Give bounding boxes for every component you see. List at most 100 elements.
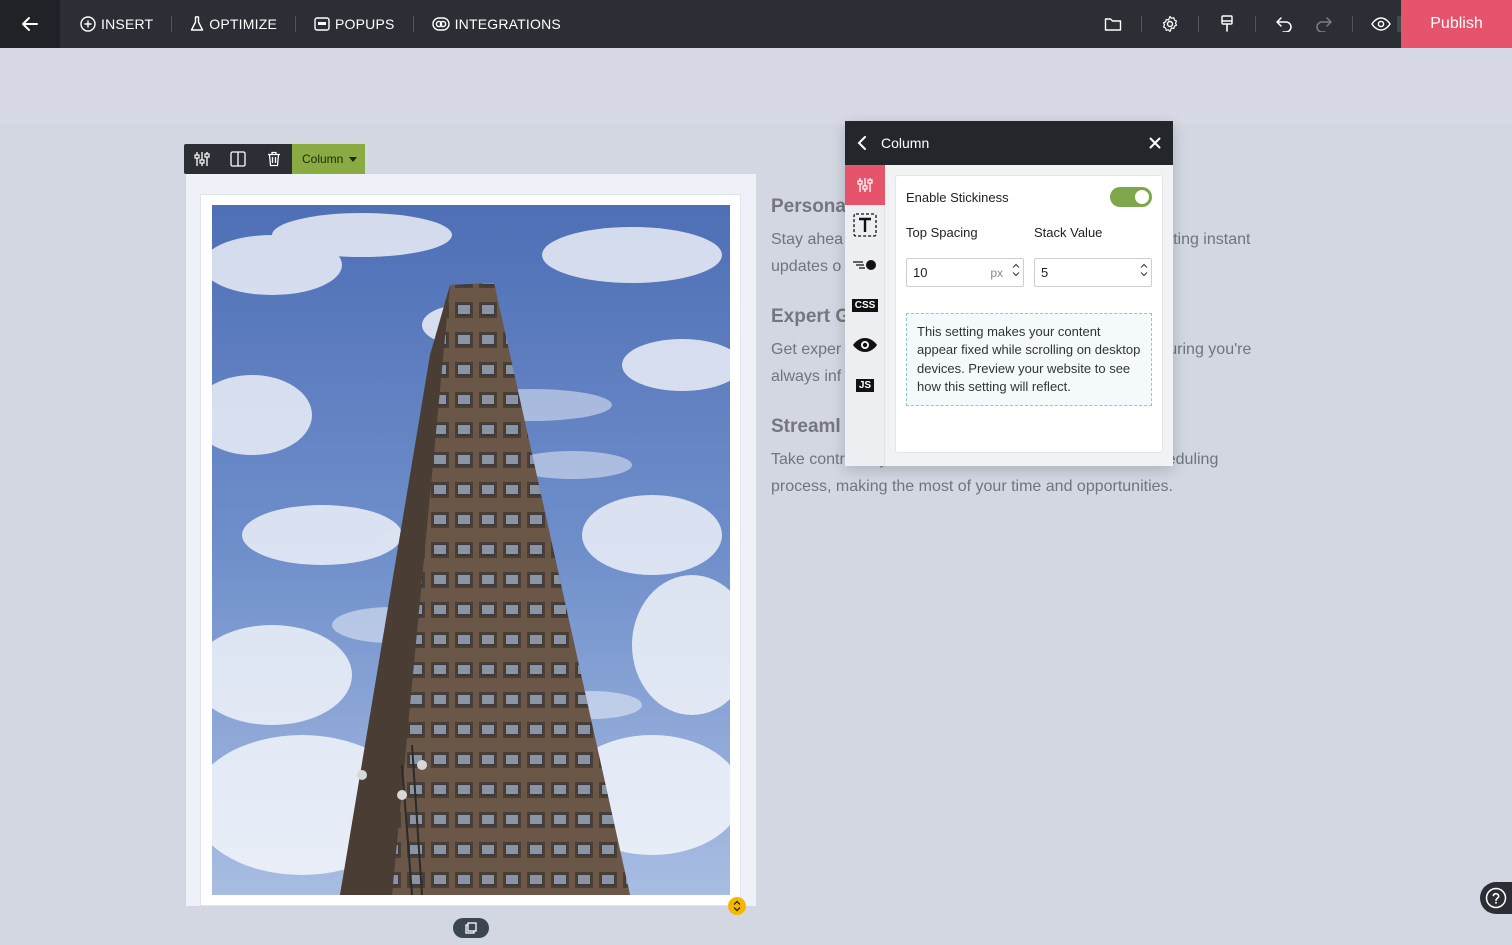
- enable-stickiness-row: Enable Stickiness: [906, 186, 1152, 208]
- stickiness-info-box: This setting makes your content appear f…: [906, 313, 1152, 407]
- canvas-header-area: [0, 48, 1512, 124]
- stack-value-stepper[interactable]: [1140, 262, 1148, 278]
- enable-stickiness-toggle[interactable]: [1110, 187, 1152, 207]
- building-photo[interactable]: [212, 205, 730, 895]
- undo-icon: [1276, 17, 1292, 32]
- folder-icon: [1104, 18, 1122, 31]
- tool-divider: [1141, 16, 1142, 32]
- tab-effects[interactable]: [845, 245, 885, 285]
- panel-header: Column: [845, 121, 1173, 165]
- chevron-up-icon: [1140, 263, 1148, 268]
- column-type-dropdown[interactable]: Column: [292, 144, 366, 174]
- optimize-menu-button[interactable]: OPTIMIZE: [180, 16, 287, 32]
- settings-button[interactable]: [1150, 0, 1190, 48]
- columns-icon: [230, 151, 246, 167]
- plus-circle-icon: [80, 16, 96, 32]
- tab-custom-css[interactable]: CSS: [845, 285, 885, 325]
- link-icon: [431, 17, 450, 31]
- spacing-fields: Top Spacing 10 px Stack Value 5: [906, 224, 1152, 287]
- tab-visibility[interactable]: [845, 325, 885, 365]
- panel-sidebar: CSS JS: [845, 165, 885, 466]
- stack-value-label: Stack Value: [1034, 225, 1103, 240]
- panel-back-button[interactable]: [857, 136, 867, 150]
- top-spacing-group: Top Spacing 10 px: [906, 224, 1024, 287]
- toggle-knob: [1135, 190, 1149, 204]
- integrations-menu-button[interactable]: INTEGRATIONS: [422, 16, 571, 32]
- column-type-label: Column: [302, 152, 344, 166]
- paint-brush-icon: [1221, 15, 1233, 32]
- back-button[interactable]: [0, 0, 60, 48]
- chevron-up-icon: [1012, 263, 1020, 268]
- chevron-down-icon: [1012, 272, 1020, 277]
- feature-text-line: ting instant: [1173, 231, 1251, 248]
- column-layout-button[interactable]: [220, 144, 256, 174]
- trash-icon: [268, 151, 280, 167]
- gear-icon: [1162, 15, 1178, 33]
- help-button[interactable]: [1480, 882, 1512, 914]
- copy-icon: [465, 922, 477, 934]
- stack-value-group: Stack Value 5: [1034, 224, 1152, 287]
- feature-text-line: always inf: [771, 368, 842, 385]
- folder-button[interactable]: [1093, 0, 1133, 48]
- publish-button[interactable]: Publish: [1401, 0, 1512, 48]
- feature-text-line: Get exper: [771, 341, 842, 358]
- css-badge: CSS: [851, 298, 879, 312]
- preview-button[interactable]: [1361, 0, 1401, 48]
- text-icon: [853, 213, 877, 237]
- paint-button[interactable]: [1207, 0, 1247, 48]
- sliders-icon: [857, 178, 873, 192]
- feature-text-line: process, making the most of your time an…: [771, 478, 1173, 495]
- flask-icon: [191, 16, 204, 31]
- top-spacing-label: Top Spacing: [906, 225, 978, 240]
- main-menu: INSERT OPTIMIZE POPUPS INTEGRATIONS: [70, 0, 571, 48]
- menu-divider: [295, 16, 297, 32]
- column-delete-button[interactable]: [256, 144, 292, 174]
- feature-text-line: updates o: [771, 258, 842, 275]
- redo-button[interactable]: [1304, 0, 1344, 48]
- redo-icon: [1316, 17, 1332, 32]
- popup-window-icon: [314, 17, 330, 31]
- resize-handle[interactable]: [728, 897, 746, 915]
- enable-stickiness-label: Enable Stickiness: [906, 189, 1009, 205]
- js-badge: JS: [855, 378, 875, 392]
- top-spacing-input[interactable]: 10 px: [906, 258, 1024, 287]
- top-spacing-stepper[interactable]: [1012, 262, 1020, 278]
- duplicate-button[interactable]: [453, 918, 489, 938]
- close-icon: [1149, 137, 1161, 149]
- top-spacing-unit: px: [990, 265, 1003, 280]
- help-icon: [1485, 887, 1507, 909]
- column-settings-button[interactable]: [184, 144, 220, 174]
- eye-icon: [1371, 17, 1391, 31]
- integrations-menu-label: INTEGRATIONS: [454, 16, 561, 32]
- feature-text-line: Stay ahea: [771, 231, 844, 248]
- chevron-left-icon: [857, 136, 866, 150]
- tool-divider: [1198, 16, 1199, 32]
- menu-divider: [171, 16, 173, 32]
- chevron-up-down-icon: [733, 900, 741, 912]
- caret-down-icon: [349, 156, 358, 162]
- undo-button[interactable]: [1264, 0, 1304, 48]
- stickiness-settings: Enable Stickiness Top Spacing 10 px Stac…: [895, 175, 1163, 453]
- top-spacing-value: 10: [913, 265, 928, 280]
- popups-menu-button[interactable]: POPUPS: [304, 16, 405, 32]
- optimize-menu-label: OPTIMIZE: [209, 16, 278, 32]
- effects-icon: [853, 260, 876, 270]
- tab-general-settings[interactable]: [845, 165, 885, 205]
- feature-text-line: uring you're: [1168, 341, 1252, 358]
- popups-menu-label: POPUPS: [335, 16, 395, 32]
- tab-custom-js[interactable]: JS: [845, 365, 885, 405]
- arrow-left-icon: [22, 17, 38, 31]
- panel-title: Column: [881, 135, 930, 151]
- tab-typography[interactable]: [845, 205, 885, 245]
- insert-menu-button[interactable]: INSERT: [70, 16, 163, 32]
- stack-value-input[interactable]: 5: [1034, 258, 1152, 287]
- tool-divider: [1352, 16, 1353, 32]
- stack-value-value: 5: [1041, 265, 1049, 280]
- top-toolbar: INSERT OPTIMIZE POPUPS INTEGRATIONS Publ…: [0, 0, 1512, 48]
- menu-divider: [412, 16, 414, 32]
- right-tools: [1093, 0, 1401, 48]
- chevron-down-icon: [1140, 272, 1148, 277]
- eye-icon: [853, 338, 877, 352]
- panel-close-button[interactable]: [1149, 137, 1161, 149]
- column-toolbar: Column: [184, 144, 366, 174]
